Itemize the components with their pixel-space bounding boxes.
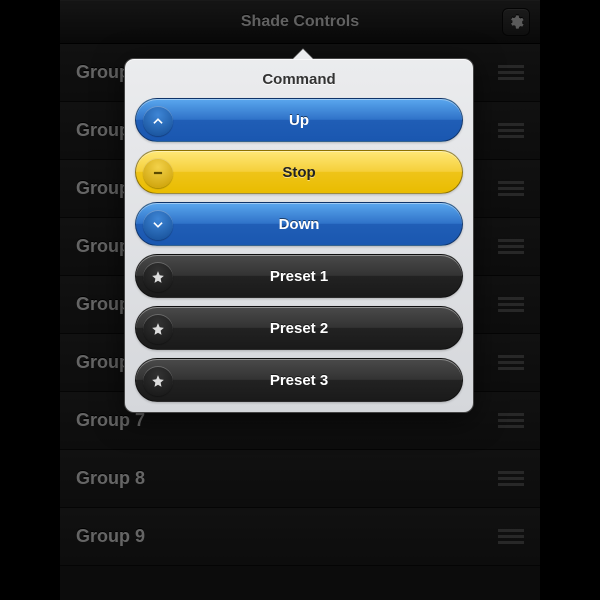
command-label: Preset 3	[270, 372, 328, 389]
command-preset-2-button[interactable]: Preset 2	[135, 306, 463, 350]
command-label: Up	[289, 112, 309, 129]
star-icon	[143, 314, 173, 344]
command-label: Stop	[282, 164, 315, 181]
chevron-down-icon	[143, 210, 173, 240]
app-frame: Shade Controls Group 1 Group 2 Group 3 G…	[60, 0, 540, 600]
popover-title: Command	[135, 71, 463, 88]
minus-icon	[143, 158, 173, 188]
command-label: Preset 2	[270, 320, 328, 337]
modal-overlay[interactable]: Command Up Stop Down	[60, 0, 540, 600]
command-preset-1-button[interactable]: Preset 1	[135, 254, 463, 298]
command-label: Preset 1	[270, 268, 328, 285]
command-preset-3-button[interactable]: Preset 3	[135, 358, 463, 402]
command-down-button[interactable]: Down	[135, 202, 463, 246]
chevron-up-icon	[143, 106, 173, 136]
command-stop-button[interactable]: Stop	[135, 150, 463, 194]
star-icon	[143, 262, 173, 292]
star-icon	[143, 366, 173, 396]
command-popover: Command Up Stop Down	[124, 58, 474, 413]
command-label: Down	[279, 216, 320, 233]
command-up-button[interactable]: Up	[135, 98, 463, 142]
